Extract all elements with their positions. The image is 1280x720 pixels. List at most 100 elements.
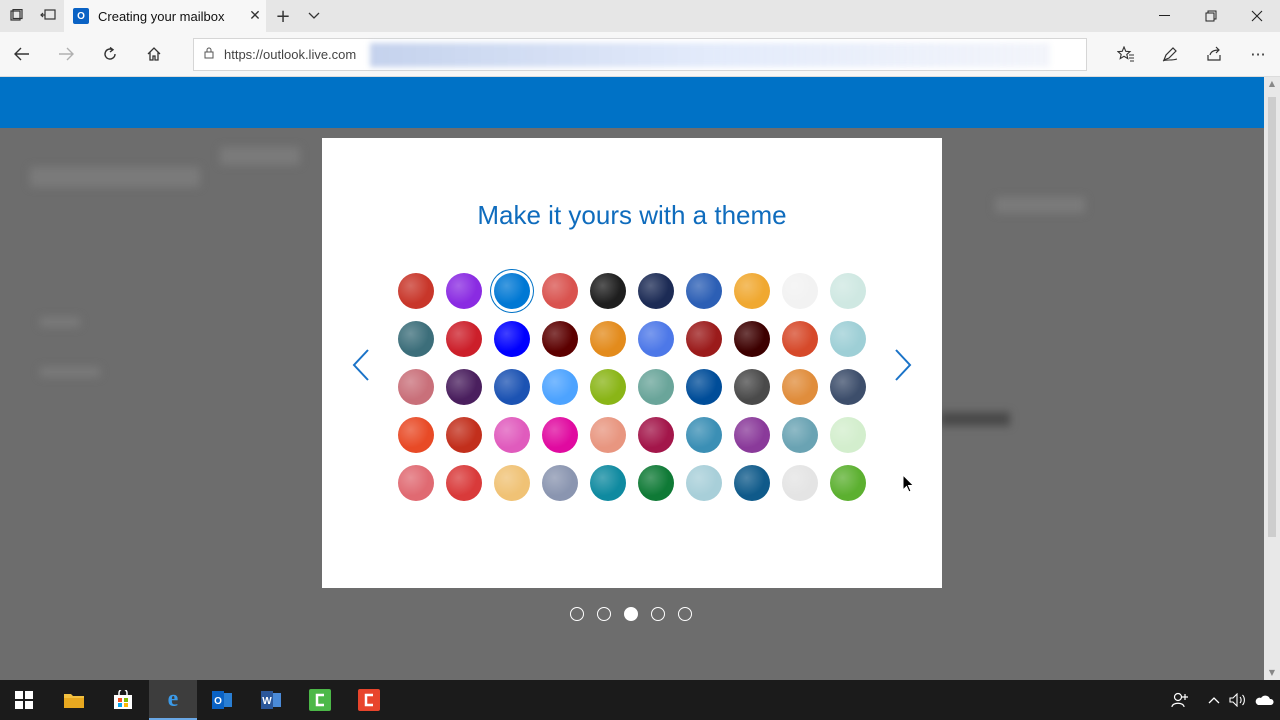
theme-swatch[interactable] xyxy=(590,417,626,453)
favorites-icon[interactable] xyxy=(1110,38,1142,70)
theme-swatch[interactable] xyxy=(398,465,434,501)
word-icon[interactable]: W xyxy=(247,680,295,720)
active-tab[interactable]: O Creating your mailbox ✕ xyxy=(64,0,266,32)
theme-swatch[interactable] xyxy=(734,417,770,453)
outlook-icon[interactable]: O xyxy=(198,680,246,720)
theme-swatch[interactable] xyxy=(398,273,434,309)
theme-swatch[interactable] xyxy=(398,321,434,357)
theme-swatch[interactable] xyxy=(782,417,818,453)
scroll-thumb[interactable] xyxy=(1268,97,1276,537)
theme-picker-dialog: Make it yours with a theme xyxy=(322,138,942,588)
theme-swatch[interactable] xyxy=(542,273,578,309)
theme-swatch[interactable] xyxy=(734,321,770,357)
theme-swatch[interactable] xyxy=(782,465,818,501)
theme-swatch[interactable] xyxy=(830,369,866,405)
theme-swatch[interactable] xyxy=(542,465,578,501)
theme-swatch[interactable] xyxy=(734,465,770,501)
store-icon[interactable] xyxy=(99,680,147,720)
theme-swatch[interactable] xyxy=(494,273,530,309)
theme-swatch[interactable] xyxy=(590,369,626,405)
close-window-icon[interactable] xyxy=(1234,0,1280,32)
scroll-down-icon[interactable]: ▼ xyxy=(1264,666,1280,680)
pagination-dot[interactable] xyxy=(624,607,638,621)
theme-swatch[interactable] xyxy=(830,417,866,453)
theme-swatch[interactable] xyxy=(446,321,482,357)
theme-swatch[interactable] xyxy=(638,273,674,309)
page-scrollbar[interactable]: ▲ ▼ xyxy=(1264,77,1280,680)
theme-swatch[interactable] xyxy=(590,465,626,501)
theme-swatch[interactable] xyxy=(830,273,866,309)
pagination-dot[interactable] xyxy=(678,607,692,621)
theme-swatch[interactable] xyxy=(398,417,434,453)
theme-swatch[interactable] xyxy=(782,273,818,309)
theme-swatch-grid xyxy=(398,273,868,513)
theme-swatch[interactable] xyxy=(494,369,530,405)
theme-swatch[interactable] xyxy=(542,417,578,453)
onedrive-icon[interactable] xyxy=(1252,680,1276,720)
theme-swatch[interactable] xyxy=(686,273,722,309)
theme-swatch[interactable] xyxy=(446,417,482,453)
people-icon[interactable] xyxy=(1166,680,1194,720)
theme-swatch[interactable] xyxy=(494,321,530,357)
theme-swatch[interactable] xyxy=(446,369,482,405)
theme-swatch[interactable] xyxy=(686,417,722,453)
dialog-title: Make it yours with a theme xyxy=(477,200,787,230)
refresh-icon[interactable] xyxy=(94,38,126,70)
theme-swatch[interactable] xyxy=(398,369,434,405)
theme-swatch[interactable] xyxy=(830,321,866,357)
snagit-icon[interactable] xyxy=(345,680,393,720)
share-icon[interactable] xyxy=(1198,38,1230,70)
camtasia-icon[interactable] xyxy=(296,680,344,720)
next-arrow-icon[interactable] xyxy=(888,348,918,388)
minimize-icon[interactable] xyxy=(1142,0,1188,32)
theme-swatch[interactable] xyxy=(494,465,530,501)
theme-swatch[interactable] xyxy=(686,465,722,501)
ghost-button xyxy=(995,197,1085,213)
address-bar[interactable]: https://outlook.live.com xyxy=(193,38,1087,71)
edge-icon[interactable]: e xyxy=(149,680,197,720)
restore-icon[interactable] xyxy=(1188,0,1234,32)
scroll-up-icon[interactable]: ▲ xyxy=(1264,77,1280,91)
previous-arrow-icon[interactable] xyxy=(346,348,376,388)
home-icon[interactable] xyxy=(138,38,170,70)
chevron-up-icon[interactable] xyxy=(1202,680,1226,720)
outlook-favicon: O xyxy=(73,8,89,24)
file-explorer-icon[interactable] xyxy=(50,680,98,720)
volume-icon[interactable] xyxy=(1226,680,1250,720)
theme-swatch[interactable] xyxy=(782,321,818,357)
close-tab-icon[interactable]: ✕ xyxy=(244,8,266,24)
theme-swatch[interactable] xyxy=(542,369,578,405)
theme-swatch[interactable] xyxy=(494,417,530,453)
windows-start-icon[interactable] xyxy=(0,680,48,720)
theme-swatch[interactable] xyxy=(446,273,482,309)
pagination-dot[interactable] xyxy=(651,607,665,621)
theme-swatch[interactable] xyxy=(638,321,674,357)
tab-title: Creating your mailbox xyxy=(98,8,225,24)
theme-swatch[interactable] xyxy=(686,369,722,405)
theme-swatch[interactable] xyxy=(686,321,722,357)
theme-swatch[interactable] xyxy=(590,321,626,357)
ghost-sidebar xyxy=(30,167,200,187)
theme-swatch[interactable] xyxy=(638,369,674,405)
browser-toolbar: https://outlook.live.com ··· xyxy=(0,32,1280,77)
new-tab-icon[interactable]: + xyxy=(268,0,298,32)
more-options-icon[interactable]: ··· xyxy=(1242,38,1274,70)
forward-arrow-icon[interactable] xyxy=(50,38,82,70)
back-arrow-icon[interactable] xyxy=(6,38,38,70)
theme-swatch[interactable] xyxy=(782,369,818,405)
theme-swatch[interactable] xyxy=(638,465,674,501)
theme-swatch[interactable] xyxy=(446,465,482,501)
theme-swatch[interactable] xyxy=(830,465,866,501)
theme-swatch[interactable] xyxy=(638,417,674,453)
ghost-bar xyxy=(940,412,1010,426)
pen-icon[interactable] xyxy=(1154,38,1186,70)
theme-swatch[interactable] xyxy=(734,273,770,309)
set-tabs-aside-icon[interactable] xyxy=(32,0,64,32)
theme-swatch[interactable] xyxy=(590,273,626,309)
pagination-dot[interactable] xyxy=(570,607,584,621)
chevron-down-icon[interactable] xyxy=(300,0,328,32)
theme-swatch[interactable] xyxy=(542,321,578,357)
pagination-dot[interactable] xyxy=(597,607,611,621)
theme-swatch[interactable] xyxy=(734,369,770,405)
tab-manager-icon[interactable] xyxy=(0,0,32,32)
